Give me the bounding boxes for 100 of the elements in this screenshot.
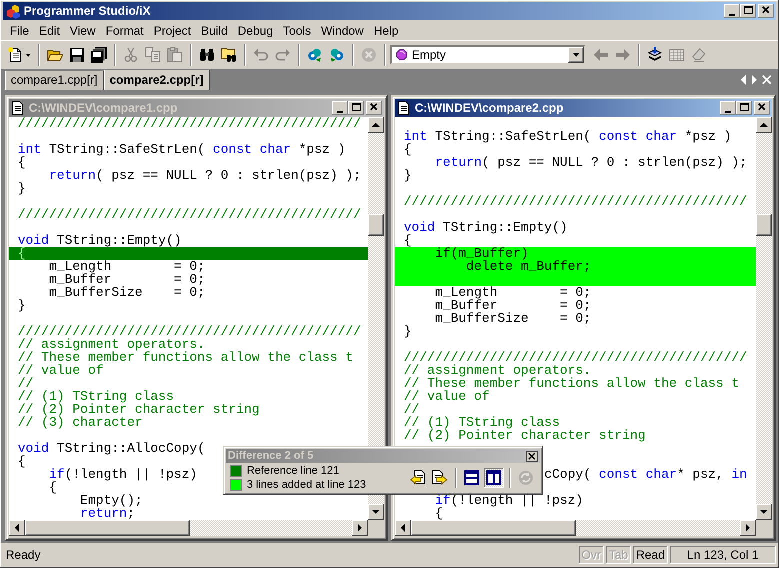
code-line: { bbox=[18, 155, 26, 170]
stack-icon[interactable] bbox=[647, 47, 663, 63]
cubes-icon bbox=[5, 3, 21, 19]
maximize-button[interactable] bbox=[348, 101, 364, 115]
code-line: { bbox=[404, 233, 412, 248]
code-line: { bbox=[435, 506, 444, 520]
code-line: //////////////////////////////////////////// bbox=[404, 350, 748, 365]
horizontal-scrollbar[interactable] bbox=[395, 520, 756, 536]
code-line: // value of bbox=[18, 363, 104, 378]
save-icon[interactable] bbox=[69, 47, 85, 63]
code-line: { bbox=[404, 142, 412, 157]
gem-icon bbox=[396, 49, 408, 61]
code-line: return( psz == NULL ? 0 : strlen(psz) ); bbox=[49, 168, 362, 183]
minimize-button[interactable] bbox=[720, 101, 736, 115]
menu-item[interactable]: Debug bbox=[232, 22, 278, 40]
page-right-arrow-icon[interactable] bbox=[432, 470, 448, 486]
code-line: m_BufferSize = 0; bbox=[49, 285, 206, 300]
code-line: void TString::Empty() bbox=[404, 220, 568, 235]
scroll-down-button[interactable] bbox=[368, 504, 384, 520]
page-left-arrow-icon[interactable] bbox=[410, 470, 426, 486]
close-button[interactable] bbox=[526, 450, 538, 462]
close-icon[interactable] bbox=[762, 75, 772, 85]
code-line: } bbox=[18, 298, 26, 313]
code-line: delete m_Buffer; bbox=[466, 259, 592, 274]
scroll-up-button[interactable] bbox=[368, 117, 384, 133]
scroll-thumb[interactable] bbox=[756, 214, 772, 236]
right-arrow-icon[interactable] bbox=[751, 75, 758, 85]
code-line: // assignment operators. bbox=[18, 337, 206, 352]
window-title: C:\WINDEV\compare2.cpp bbox=[415, 101, 565, 115]
scroll-right-button[interactable] bbox=[352, 520, 368, 536]
linked-circles-icon[interactable] bbox=[329, 47, 345, 63]
menu-item[interactable]: Help bbox=[368, 22, 404, 40]
menu-item[interactable]: Build bbox=[196, 22, 233, 40]
menu-item[interactable]: Project bbox=[148, 22, 196, 40]
code-line: m_Length = 0; bbox=[435, 285, 592, 300]
scroll-left-button[interactable] bbox=[9, 520, 25, 536]
status-message: Ready bbox=[5, 548, 42, 562]
scroll-thumb[interactable] bbox=[411, 520, 576, 536]
maximize-button[interactable] bbox=[740, 4, 756, 18]
vertical-scrollbar[interactable] bbox=[756, 117, 772, 520]
caret-icon bbox=[572, 53, 580, 57]
code-line: void TString::Empty() bbox=[18, 233, 182, 248]
code-line: // (3) character bbox=[18, 415, 143, 430]
save-all-icon[interactable] bbox=[91, 47, 107, 63]
close-button[interactable] bbox=[754, 101, 770, 115]
scroll-right-button[interactable] bbox=[740, 520, 756, 536]
new-file-icon[interactable] bbox=[8, 47, 24, 63]
code-line: //////////////////////////////////////////// bbox=[404, 194, 748, 209]
code-line: //////////////////////////////////////////// bbox=[18, 207, 362, 222]
dialog-title: Difference 2 of 5 bbox=[228, 450, 315, 462]
code-line: // These member functions allow the class t bbox=[404, 376, 740, 391]
scroll-thumb[interactable] bbox=[368, 214, 384, 236]
legend-label: Reference line 121 bbox=[247, 464, 340, 476]
linked-circles-icon[interactable] bbox=[307, 47, 323, 63]
code-line: //////////////////////////////////////////// bbox=[18, 117, 362, 131]
code-line: // (2) Pointer character string bbox=[18, 402, 260, 417]
close-button[interactable] bbox=[758, 4, 774, 18]
scrollbar-corner bbox=[756, 520, 772, 536]
dropdown-button[interactable] bbox=[568, 47, 584, 63]
folder-binoculars-icon[interactable] bbox=[221, 47, 237, 63]
view-toggle[interactable] bbox=[484, 468, 504, 488]
code-line: if(m_Buffer) bbox=[435, 246, 529, 261]
menu-item[interactable]: Edit bbox=[34, 22, 66, 40]
scroll-down-button[interactable] bbox=[756, 504, 772, 520]
code-line: // (1) TString class bbox=[18, 389, 174, 404]
code-line: // bbox=[18, 376, 34, 391]
combo-box[interactable]: Empty bbox=[390, 45, 586, 65]
binoculars-icon[interactable] bbox=[199, 47, 215, 63]
code-line: int TString::SafeStrLen( const char *psz ) bbox=[18, 142, 346, 157]
code-line: Empty(); bbox=[80, 493, 143, 508]
code-line: m_Buffer = 0; bbox=[49, 272, 206, 287]
code-line: // value of bbox=[404, 389, 490, 404]
left-arrow-icon[interactable] bbox=[740, 75, 747, 85]
status-pane: Read bbox=[633, 546, 668, 564]
legend-label: 3 lines added at line 123 bbox=[247, 478, 366, 490]
scroll-up-button[interactable] bbox=[756, 117, 772, 133]
minimize-button[interactable] bbox=[332, 101, 348, 115]
code-line: m_Length = 0; bbox=[49, 259, 206, 274]
minimize-button[interactable] bbox=[724, 4, 740, 18]
code-line: // bbox=[404, 402, 420, 417]
code-line: } bbox=[18, 181, 26, 196]
code-line: m_BufferSize = 0; bbox=[435, 311, 592, 326]
tab[interactable]: compare1.cpp[r] bbox=[5, 71, 104, 90]
close-button[interactable] bbox=[366, 101, 382, 115]
window-title: Programmer Studio/iX bbox=[24, 4, 152, 18]
caret-icon[interactable] bbox=[26, 54, 31, 56]
maximize-button[interactable] bbox=[736, 101, 752, 115]
menu-item[interactable]: Format bbox=[100, 22, 149, 40]
menu-item[interactable]: Window bbox=[316, 22, 369, 40]
code-line: // These member functions allow the class t bbox=[18, 350, 354, 365]
code-line: { bbox=[18, 454, 26, 469]
code-line: if(!length || !psz) bbox=[49, 467, 198, 482]
menu-item[interactable]: Tools bbox=[278, 22, 316, 40]
view-toggle[interactable] bbox=[462, 468, 482, 488]
tab[interactable]: compare2.cpp[r] bbox=[104, 70, 210, 90]
menu-item[interactable]: File bbox=[5, 22, 34, 40]
scroll-left-button[interactable] bbox=[395, 520, 411, 536]
menu-item[interactable]: View bbox=[65, 22, 101, 40]
horizontal-scrollbar[interactable] bbox=[9, 520, 368, 536]
scroll-thumb[interactable] bbox=[25, 520, 190, 536]
